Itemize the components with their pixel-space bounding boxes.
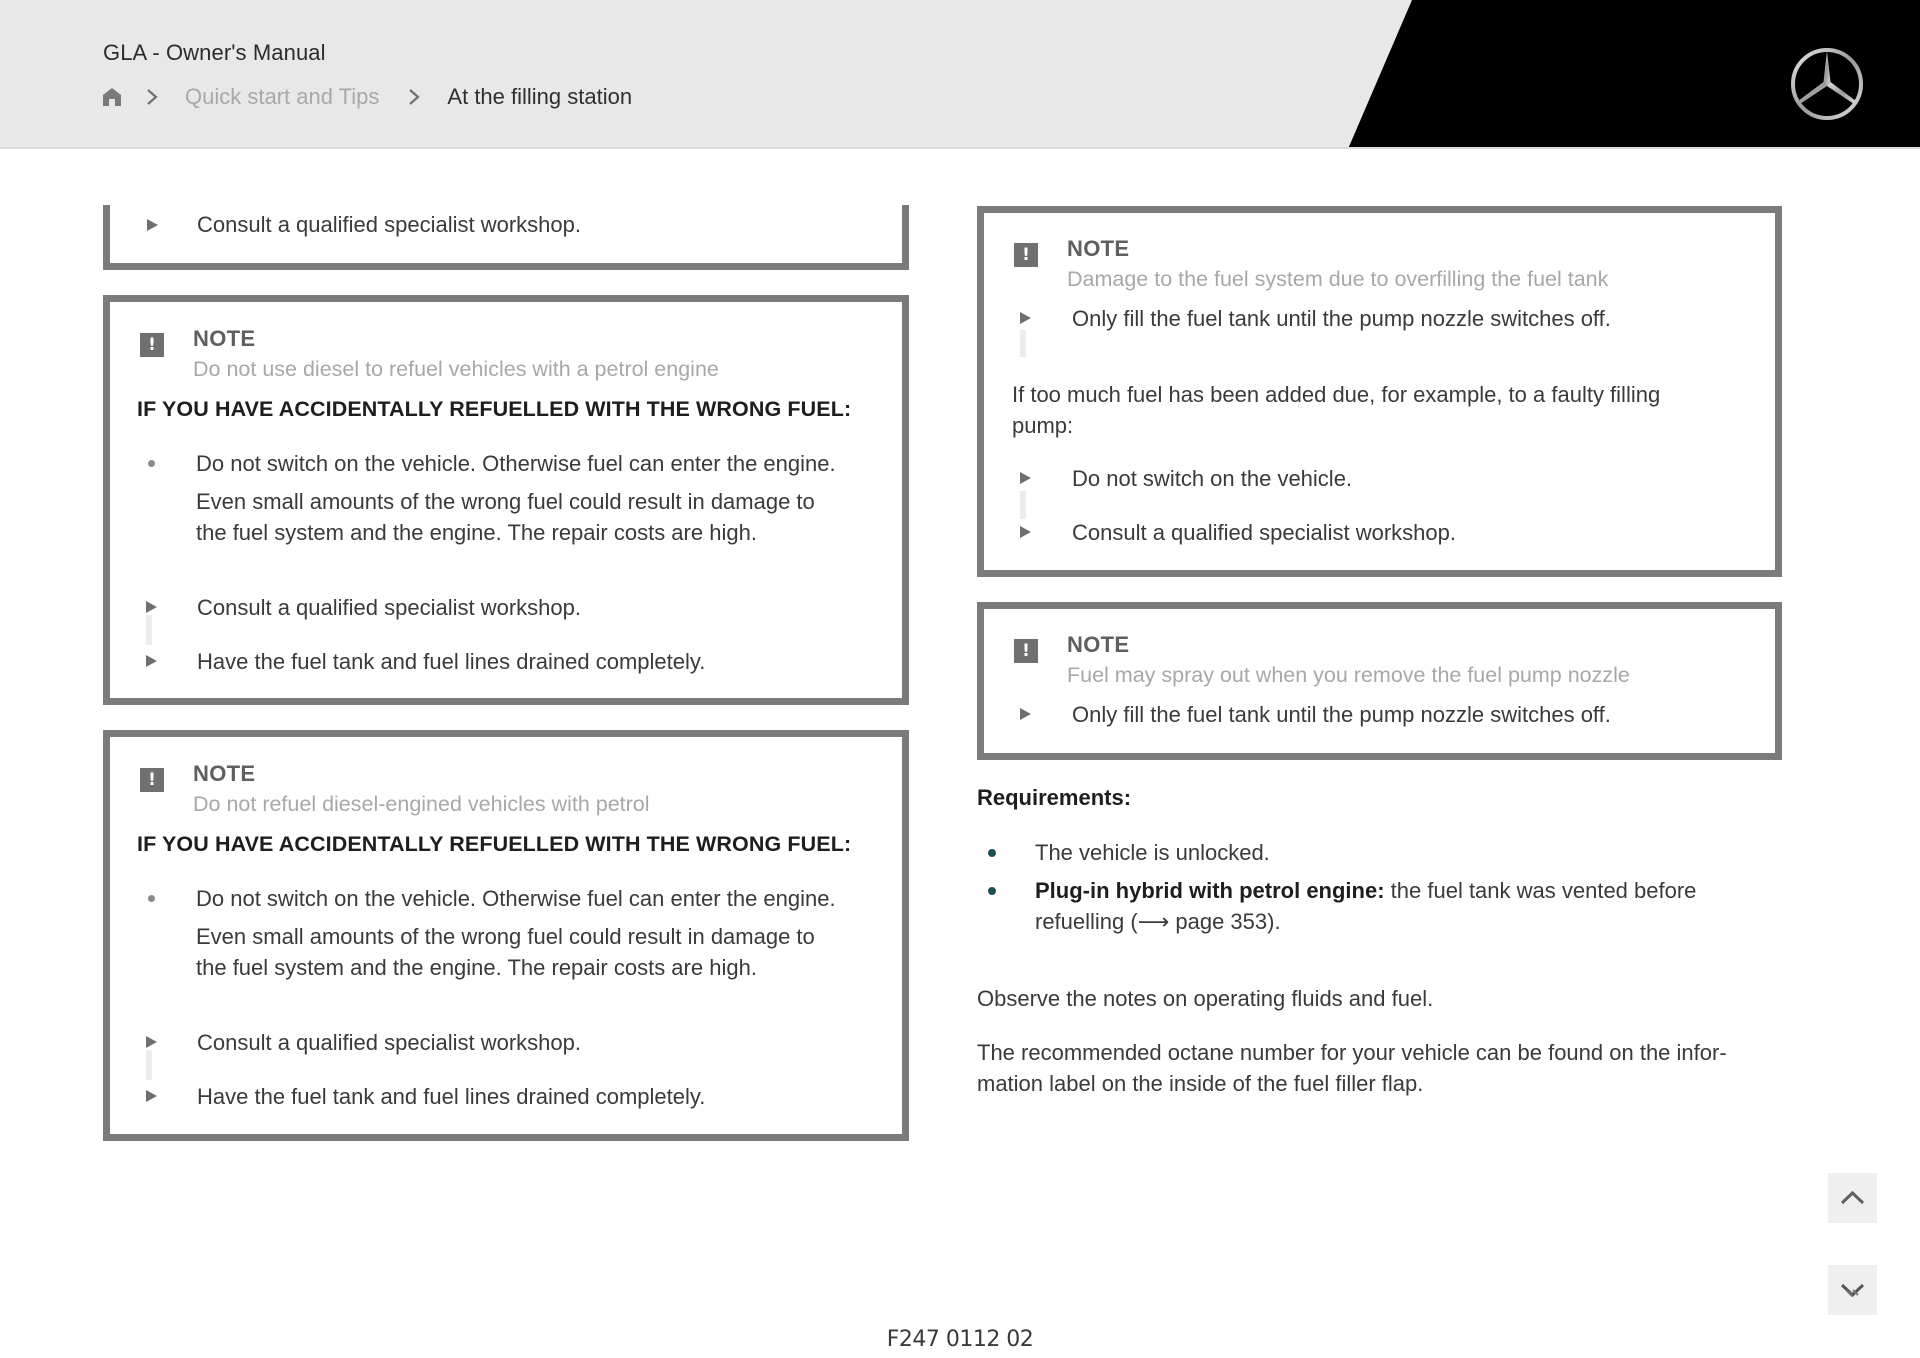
note-detail-line: Even small amounts of the wrong fuel cou… bbox=[196, 924, 815, 949]
step-arrow-icon bbox=[146, 601, 157, 613]
breadcrumb-item-current: At the filling station bbox=[447, 84, 633, 109]
step-arrow-icon bbox=[146, 655, 157, 667]
paragraph-observe-notes: Observe the notes on operating fluids an… bbox=[977, 986, 1434, 1011]
header-divider bbox=[0, 147, 1920, 149]
home-icon[interactable] bbox=[101, 86, 123, 108]
step-text: Consult a qualified specialist workshop. bbox=[197, 212, 581, 237]
note-paragraph-line: pump: bbox=[1012, 413, 1074, 438]
step-arrow-icon bbox=[1020, 708, 1031, 720]
requirements-title: Requirements: bbox=[977, 785, 1132, 810]
app-title: GLA - Owner's Manual bbox=[103, 40, 326, 65]
chevron-right-icon bbox=[145, 86, 159, 108]
note-detail-line: the fuel system and the engine. The repa… bbox=[196, 520, 757, 545]
note-heading: IF YOU HAVE ACCIDENTALLY REFUELLED WITH … bbox=[137, 832, 852, 856]
note-label: NOTE bbox=[1067, 632, 1130, 657]
note-paragraph-line: If too much fuel has been added due, for… bbox=[1012, 382, 1661, 407]
step-connector bbox=[1020, 330, 1026, 357]
step-arrow-icon bbox=[147, 219, 158, 231]
note-subtitle: Fuel may spray out when you remove the f… bbox=[1067, 663, 1630, 687]
bullet-dot bbox=[148, 895, 155, 902]
breadcrumb: Quick start and Tips At the filling stat… bbox=[101, 82, 632, 112]
scroll-up-button[interactable] bbox=[1828, 1173, 1877, 1223]
note-subtitle: Do not refuel diesel-engined vehicles wi… bbox=[193, 792, 650, 816]
requirement-item: Plug-in hybrid with petrol engine: the f… bbox=[1035, 878, 1696, 904]
step-text: Consult a qualified specialist workshop. bbox=[197, 595, 581, 620]
step-connector bbox=[146, 1050, 152, 1080]
note-heading: IF YOU HAVE ACCIDENTALLY REFUELLED WITH … bbox=[137, 397, 852, 421]
paragraph-octane-line: mation label on the inside of the fuel f… bbox=[977, 1071, 1424, 1096]
chevron-up-icon bbox=[1840, 1190, 1865, 1205]
chevron-down-icon bbox=[1840, 1283, 1865, 1298]
note-subtitle: Do not use diesel to refuel vehicles wit… bbox=[193, 357, 719, 381]
step-text: Only fill the fuel tank until the pump n… bbox=[1072, 306, 1611, 331]
requirement-bold-label: Plug-in hybrid with petrol engine: bbox=[1035, 878, 1385, 903]
step-text: Have the fuel tank and fuel lines draine… bbox=[197, 649, 706, 674]
step-arrow-icon bbox=[1020, 312, 1031, 324]
bullet-dot bbox=[148, 460, 155, 467]
requirement-bullet bbox=[988, 887, 996, 895]
breadcrumb-item-quick-start[interactable]: Quick start and Tips bbox=[185, 84, 379, 110]
paragraph-octane-line: The recommended octane number for your v… bbox=[977, 1040, 1727, 1065]
note-subtitle: Damage to the fuel system due to overfil… bbox=[1067, 267, 1609, 291]
step-arrow-icon bbox=[146, 1036, 157, 1048]
note-bullet-text: Do not switch on the vehicle. Otherwise … bbox=[196, 451, 836, 476]
step-text: Do not switch on the vehicle. bbox=[1072, 466, 1353, 491]
step-text: Have the fuel tank and fuel lines draine… bbox=[197, 1084, 706, 1109]
warning-exclamation-icon: ! bbox=[140, 768, 164, 792]
note-label: NOTE bbox=[1067, 236, 1130, 261]
note-label: NOTE bbox=[193, 326, 256, 351]
requirement-page-link[interactable]: refuelling (⟶ page 353). bbox=[1035, 909, 1281, 935]
chevron-right-icon bbox=[407, 86, 421, 108]
note-label: NOTE bbox=[193, 761, 256, 786]
note-detail-line: Even small amounts of the wrong fuel cou… bbox=[196, 489, 815, 514]
scroll-down-button[interactable] bbox=[1828, 1265, 1877, 1315]
step-text: Consult a qualified specialist workshop. bbox=[1072, 520, 1456, 545]
mercedes-star-logo-icon[interactable] bbox=[1788, 45, 1866, 123]
step-connector bbox=[146, 615, 152, 645]
step-text: Only fill the fuel tank until the pump n… bbox=[1072, 702, 1611, 727]
requirement-text: the fuel tank was vented before bbox=[1384, 878, 1697, 903]
note-detail-line: the fuel system and the engine. The repa… bbox=[196, 955, 757, 980]
step-arrow-icon bbox=[1020, 472, 1031, 484]
step-connector bbox=[1020, 491, 1026, 519]
step-arrow-icon bbox=[1020, 526, 1031, 538]
note-bullet-text: Do not switch on the vehicle. Otherwise … bbox=[196, 886, 836, 911]
warning-exclamation-icon: ! bbox=[1014, 243, 1038, 267]
warning-exclamation-icon: ! bbox=[140, 333, 164, 357]
warning-exclamation-icon: ! bbox=[1014, 639, 1038, 663]
requirement-text: The vehicle is unlocked. bbox=[1035, 840, 1270, 865]
document-code: F247 0112 02 bbox=[886, 1327, 1034, 1352]
step-arrow-icon bbox=[146, 1090, 157, 1102]
step-text: Consult a qualified specialist workshop. bbox=[197, 1030, 581, 1055]
requirement-bullet bbox=[988, 849, 996, 857]
